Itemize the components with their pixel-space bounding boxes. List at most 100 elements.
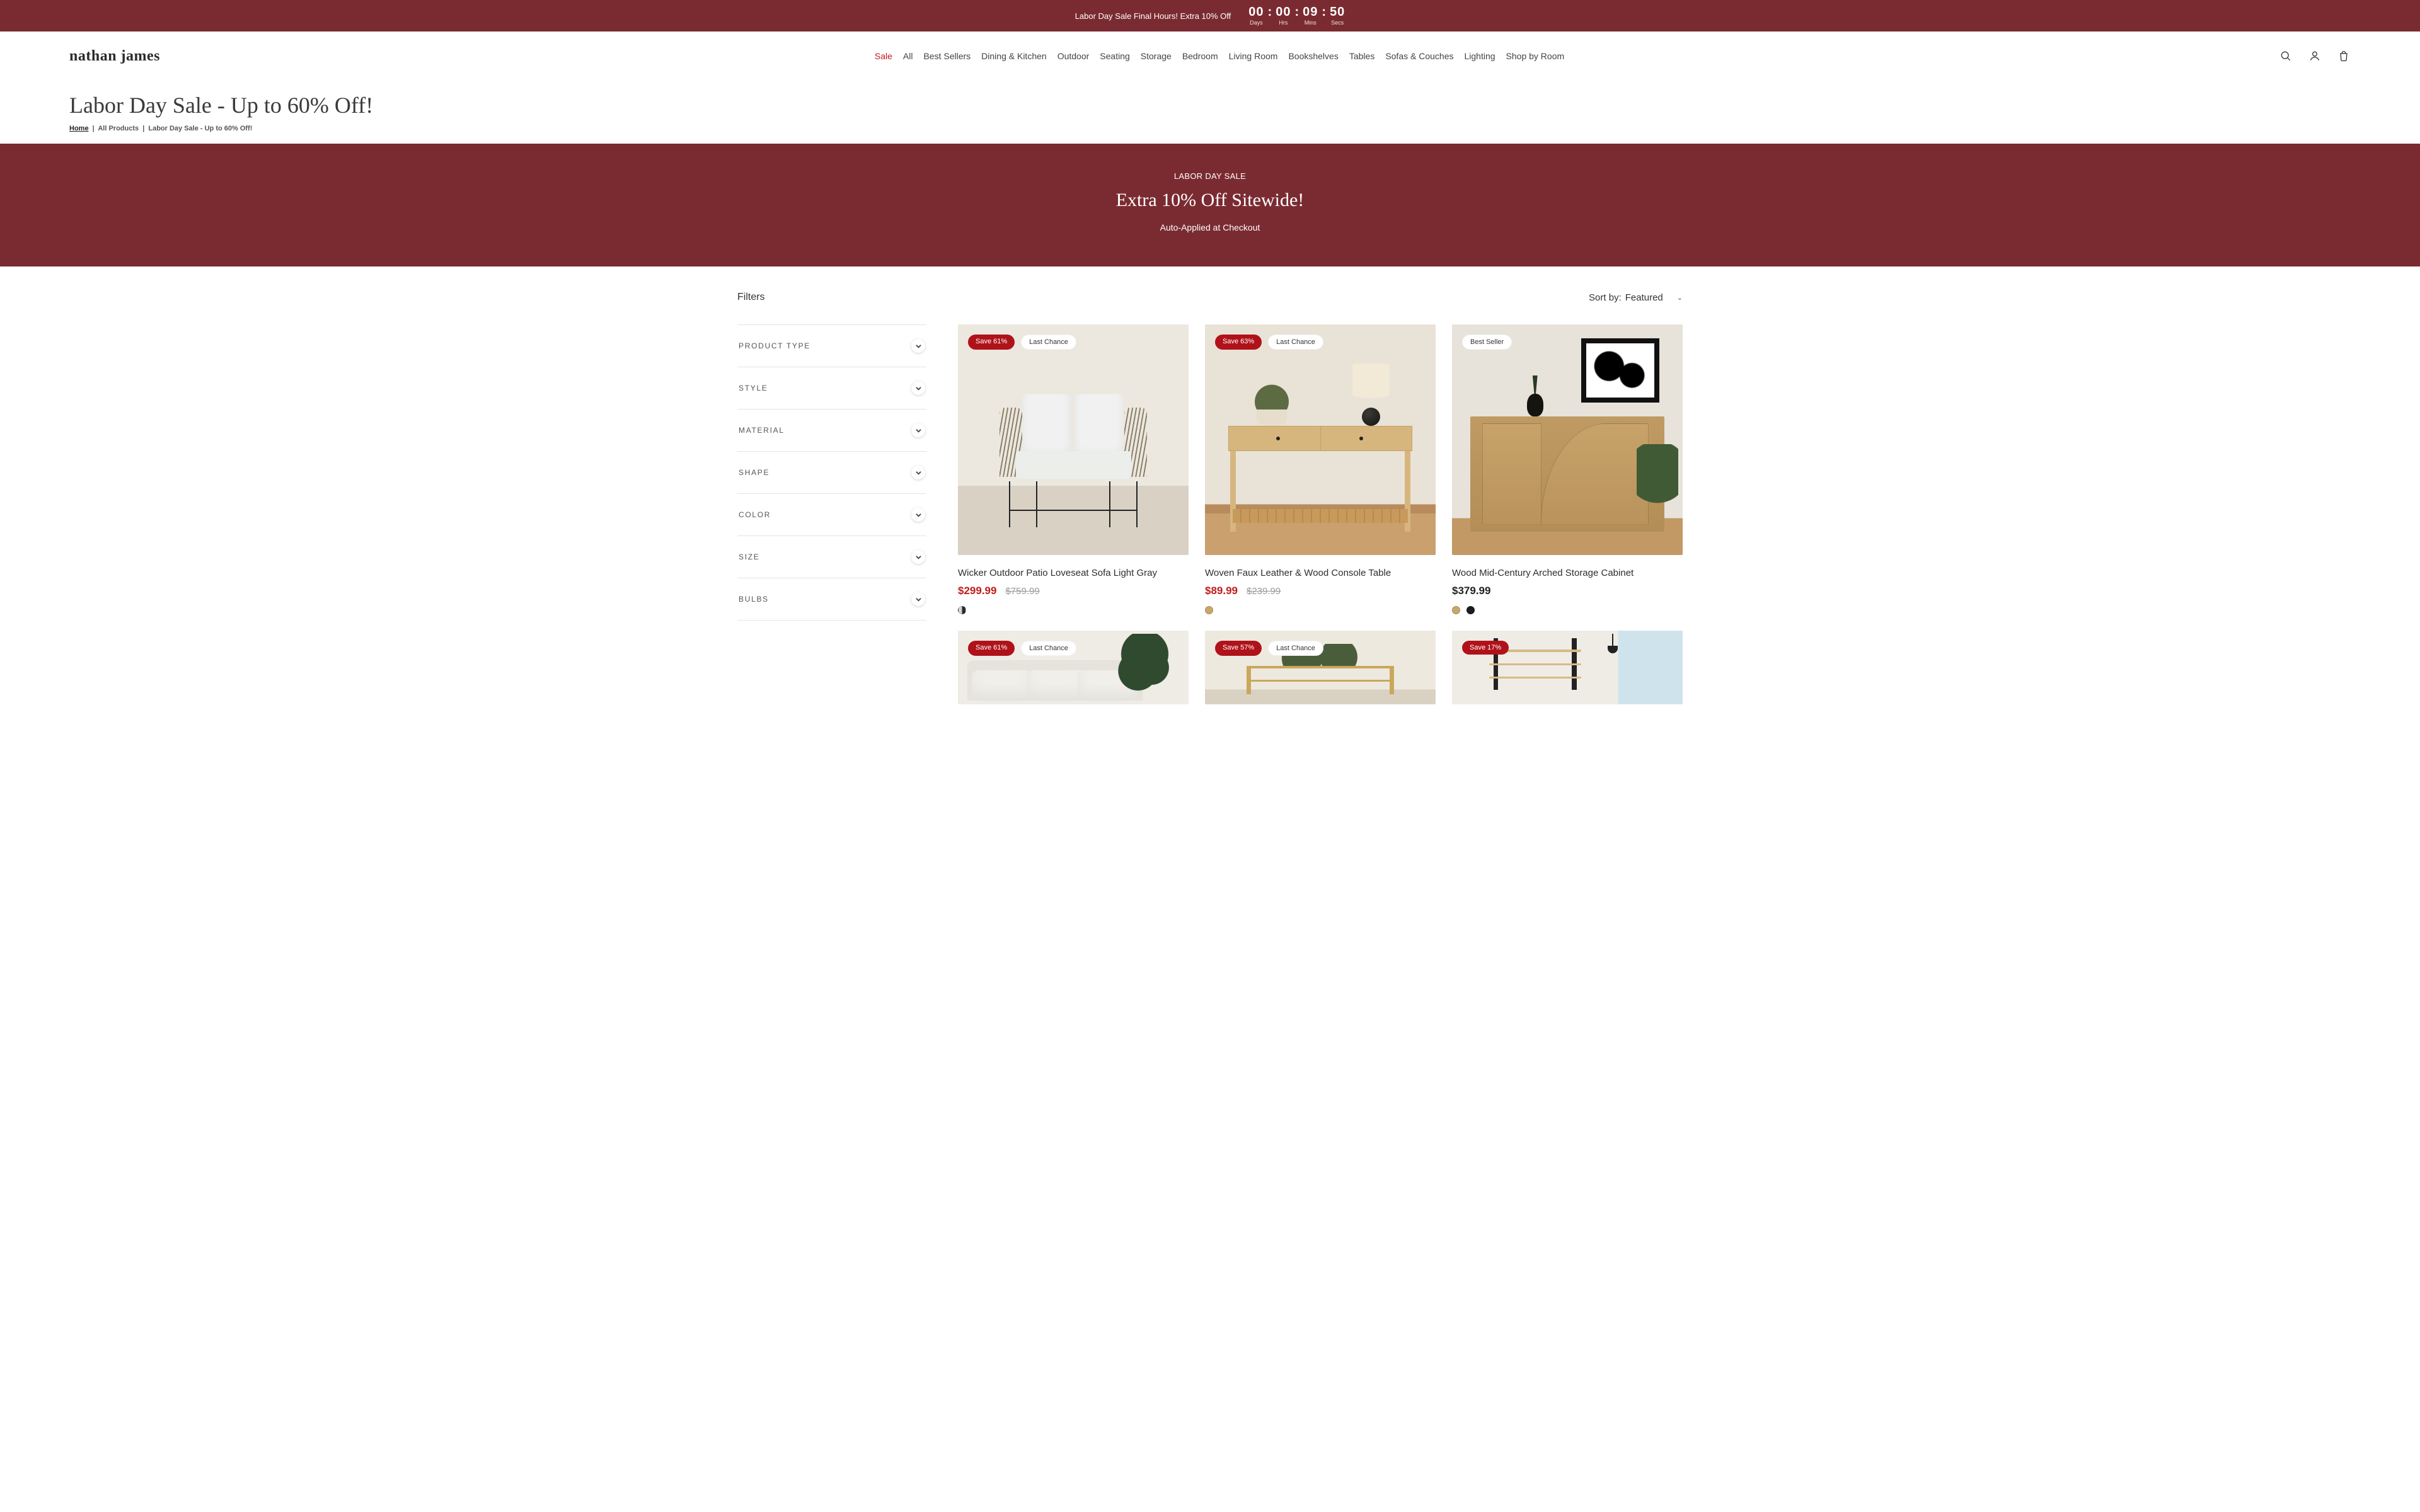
facet-toggle[interactable]: SHAPE bbox=[737, 452, 926, 493]
status-badge: Last Chance bbox=[1268, 335, 1323, 350]
chevron-down-icon bbox=[911, 508, 925, 522]
color-swatch[interactable] bbox=[1452, 606, 1460, 614]
save-badge: Save 61% bbox=[968, 641, 1015, 656]
site-header: nathan james Sale All Best Sellers Dining &… bbox=[0, 32, 2420, 81]
status-badge: Last Chance bbox=[1021, 641, 1076, 656]
nav-link[interactable]: Storage bbox=[1141, 51, 1172, 61]
sort-value: Featured bbox=[1625, 292, 1663, 303]
product-card[interactable]: Save 17% bbox=[1452, 631, 1683, 704]
chevron-down-icon bbox=[911, 381, 925, 395]
cart-icon[interactable] bbox=[2337, 49, 2351, 63]
color-swatch[interactable] bbox=[1466, 606, 1475, 614]
collection-toolbar: Filters Sort by: Featured ⌄ bbox=[737, 292, 1683, 303]
facet-label: PRODUCT TYPE bbox=[739, 341, 810, 350]
account-icon[interactable] bbox=[2308, 49, 2322, 63]
countdown-minutes: 09 Mins bbox=[1303, 6, 1318, 26]
filter-facet: MATERIAL bbox=[737, 410, 926, 452]
facet-toggle[interactable]: MATERIAL bbox=[737, 410, 926, 451]
facet-toggle[interactable]: BULBS bbox=[737, 578, 926, 620]
compare-price: $759.99 bbox=[1005, 586, 1039, 597]
status-badge: Best Seller bbox=[1462, 335, 1512, 350]
facet-label: SIZE bbox=[739, 553, 759, 561]
save-badge: Save 57% bbox=[1215, 641, 1262, 656]
status-badge: Last Chance bbox=[1268, 641, 1323, 656]
nav-link[interactable]: Sale bbox=[875, 51, 892, 61]
save-badge: Save 63% bbox=[1215, 335, 1262, 350]
nav-link[interactable]: Seating bbox=[1100, 51, 1129, 61]
swatch-row bbox=[1205, 606, 1436, 614]
nav-link[interactable]: Bedroom bbox=[1182, 51, 1218, 61]
nav-link[interactable]: Best Sellers bbox=[923, 51, 971, 61]
price-row: $89.99 $239.99 bbox=[1205, 585, 1436, 597]
product-card[interactable]: Save 63% Last Chance Woven Faux Leather &… bbox=[1205, 324, 1436, 614]
product-title: Woven Faux Leather & Wood Console Table bbox=[1205, 568, 1436, 578]
compare-price: $239.99 bbox=[1247, 586, 1281, 597]
price: $89.99 bbox=[1205, 585, 1238, 597]
filter-facet: PRODUCT TYPE bbox=[737, 324, 926, 367]
product-image[interactable]: Save 57% Last Chance bbox=[1205, 631, 1436, 704]
product-title: Wicker Outdoor Patio Loveseat Sofa Light… bbox=[958, 568, 1189, 578]
promo-hero: LABOR DAY SALE Extra 10% Off Sitewide! A… bbox=[0, 144, 2420, 266]
brand-logo[interactable]: nathan james bbox=[69, 48, 160, 65]
product-grid: Save 61% Last Chance Wicker Outdoor Patio… bbox=[958, 324, 1683, 704]
price: $379.99 bbox=[1452, 585, 1490, 597]
header-actions bbox=[2279, 49, 2351, 63]
countdown-days: 00 Days bbox=[1248, 6, 1264, 26]
chevron-down-icon: ⌄ bbox=[1677, 294, 1683, 302]
chevron-down-icon bbox=[911, 550, 925, 564]
color-swatch[interactable] bbox=[958, 606, 966, 614]
nav-link[interactable]: Shop by Room bbox=[1506, 51, 1565, 61]
nav-link[interactable]: Tables bbox=[1349, 51, 1374, 61]
sort-dropdown[interactable]: Sort by: Featured ⌄ bbox=[1589, 292, 1683, 303]
countdown-seconds: 50 Secs bbox=[1330, 6, 1345, 26]
nav-link[interactable]: Outdoor bbox=[1057, 51, 1090, 61]
collection-content: Filters Sort by: Featured ⌄ PRODUCT TYPE… bbox=[668, 266, 1752, 755]
product-title: Wood Mid-Century Arched Storage Cabinet bbox=[1452, 568, 1683, 578]
hero-subtitle: Auto-Applied at Checkout bbox=[0, 222, 2420, 232]
page-heading: Labor Day Sale - Up to 60% Off! Home | A… bbox=[0, 81, 2420, 137]
status-badge: Last Chance bbox=[1021, 335, 1076, 350]
nav-link[interactable]: Bookshelves bbox=[1288, 51, 1338, 61]
chevron-down-icon bbox=[911, 423, 925, 437]
color-swatch[interactable] bbox=[1205, 606, 1213, 614]
breadcrumb-current: Labor Day Sale - Up to 60% Off! bbox=[148, 125, 252, 132]
save-badge: Save 17% bbox=[1462, 641, 1509, 655]
nav-link[interactable]: Sofas & Couches bbox=[1385, 51, 1453, 61]
facet-toggle[interactable]: PRODUCT TYPE bbox=[737, 325, 926, 367]
facet-toggle[interactable]: COLOR bbox=[737, 494, 926, 536]
countdown-timer: 00 Days : 00 Hrs : 09 Mins : 50 Secs bbox=[1248, 6, 1345, 26]
product-image[interactable]: Save 61% Last Chance bbox=[958, 324, 1189, 555]
nav-link[interactable]: Lighting bbox=[1464, 51, 1495, 61]
search-icon[interactable] bbox=[2279, 49, 2293, 63]
filter-sidebar: PRODUCT TYPE STYLE MATERIAL SHAPE COLOR bbox=[737, 324, 926, 704]
price-row: $379.99 bbox=[1452, 585, 1683, 597]
primary-nav: Sale All Best Sellers Dining & Kitchen Outdo… bbox=[875, 51, 1564, 61]
product-image[interactable]: Save 17% bbox=[1452, 631, 1683, 704]
filter-facet: BULBS bbox=[737, 578, 926, 621]
price: $299.99 bbox=[958, 585, 996, 597]
save-badge: Save 61% bbox=[968, 335, 1015, 350]
product-card[interactable]: Best Seller Wood Mid-Century Arched Stor… bbox=[1452, 324, 1683, 614]
chevron-down-icon bbox=[911, 592, 925, 606]
product-image[interactable]: Save 63% Last Chance bbox=[1205, 324, 1436, 555]
nav-link[interactable]: All bbox=[903, 51, 913, 61]
breadcrumb-home[interactable]: Home bbox=[69, 125, 89, 132]
nav-link[interactable]: Living Room bbox=[1229, 51, 1278, 61]
facet-label: BULBS bbox=[739, 595, 769, 604]
product-card[interactable]: Save 61% Last Chance Wicker Outdoor Patio… bbox=[958, 324, 1189, 614]
filters-heading: Filters bbox=[737, 292, 765, 303]
product-card[interactable]: Save 61% Last Chance bbox=[958, 631, 1189, 704]
product-card[interactable]: Save 57% Last Chance bbox=[1205, 631, 1436, 704]
product-image[interactable]: Best Seller bbox=[1452, 324, 1683, 555]
filter-facet: SHAPE bbox=[737, 452, 926, 494]
product-image[interactable]: Save 61% Last Chance bbox=[958, 631, 1189, 704]
filter-facet: STYLE bbox=[737, 367, 926, 410]
facet-toggle[interactable]: STYLE bbox=[737, 367, 926, 409]
swatch-row bbox=[958, 606, 1189, 614]
sort-prefix: Sort by: bbox=[1589, 292, 1622, 303]
breadcrumb: Home | All Products | Labor Day Sale - U… bbox=[69, 125, 2351, 132]
nav-link[interactable]: Dining & Kitchen bbox=[981, 51, 1047, 61]
hero-title: Extra 10% Off Sitewide! bbox=[0, 190, 2420, 211]
facet-label: MATERIAL bbox=[739, 426, 785, 435]
facet-toggle[interactable]: SIZE bbox=[737, 536, 926, 578]
